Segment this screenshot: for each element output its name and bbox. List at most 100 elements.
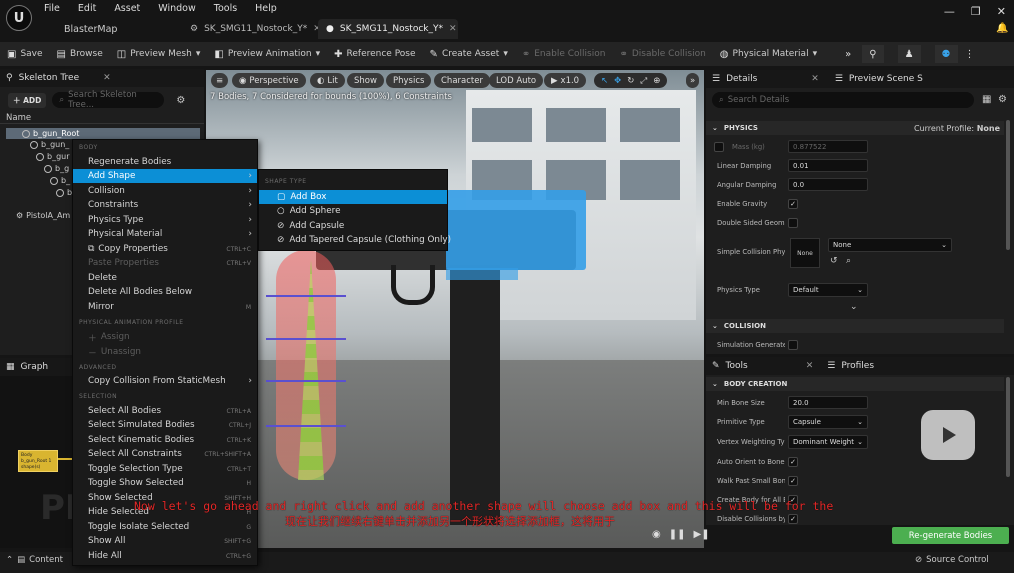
close-icon[interactable]: ✕ [103, 73, 111, 83]
tree-item-bone[interactable]: b_gur [36, 152, 70, 161]
details-scrollbar[interactable] [1006, 120, 1010, 250]
menu-item-toggle-selection-type[interactable]: Toggle Selection Type CTRL+T [73, 462, 257, 476]
create-asset-button[interactable]: ✎ Create Asset ▾ [423, 49, 515, 60]
menu-item-toggle-show-selected[interactable]: Toggle Show Selected H [73, 476, 257, 490]
maximize-icon[interactable]: ❐ [971, 5, 981, 18]
add-button[interactable]: ＋ ADD [8, 92, 47, 108]
min-bone-size-field[interactable]: 20.0 [788, 396, 868, 409]
reset-arrow-icon[interactable]: ↺ [830, 256, 838, 266]
physics-mode-icon[interactable]: ⚉ [934, 45, 958, 63]
tree-item-bone[interactable]: b_gun_ [30, 140, 69, 149]
menu-item-regenerate-bodies[interactable]: Regenerate Bodies [73, 155, 257, 169]
menu-help[interactable]: Help [255, 3, 277, 14]
settings-icon[interactable]: ⚙ [176, 95, 185, 106]
step-forward-icon[interactable]: ▶❚ [694, 529, 710, 540]
menu-item-constraints[interactable]: Constraints › [73, 198, 257, 212]
double-sided-checkbox[interactable] [788, 217, 798, 228]
browse-button[interactable]: ▤ Browse [50, 49, 110, 60]
close-icon[interactable]: ✕ [806, 361, 814, 371]
simulation-generates-checkbox[interactable] [788, 339, 798, 350]
perspective-button[interactable]: ◉ Perspective [232, 73, 306, 88]
menu-item-add-capsule[interactable]: ⊘ Add Capsule [259, 219, 447, 233]
primitive-type-dropdown[interactable]: Capsule ⌄ [788, 414, 868, 429]
menu-item-toggle-isolate-selected[interactable]: Toggle Isolate Selected G [73, 520, 257, 534]
collision-box-handle[interactable] [446, 268, 518, 280]
menu-item-add-tapered-capsule[interactable]: ⊘ Add Tapered Capsule (Clothing Only) [259, 233, 451, 247]
tab-preview-scene[interactable]: Preview Scene S [849, 74, 923, 84]
move-icon[interactable]: ✥ [614, 76, 621, 86]
physics-type-dropdown[interactable]: Default ⌄ [788, 282, 868, 297]
source-control-button[interactable]: ⊘ Source Control [915, 555, 989, 565]
menu-edit[interactable]: Edit [78, 3, 96, 14]
menu-item-add-shape[interactable]: Add Shape › [73, 169, 257, 183]
disable-collisions-checkbox[interactable]: ✓ [788, 513, 798, 524]
speed-button[interactable]: ▶ x1.0 [544, 73, 587, 88]
menu-item-show-all[interactable]: Show All SHIFT+G [73, 534, 257, 548]
enable-collision-button[interactable]: ⚭ Enable Collision [515, 49, 613, 60]
physics-button[interactable]: Physics [386, 73, 432, 88]
close-icon[interactable]: ✕ [449, 24, 457, 34]
menu-item-add-box[interactable]: ▢ Add Box [259, 190, 447, 204]
body-creation-section-header[interactable]: ⌄ BODY CREATION [706, 377, 1004, 391]
close-icon[interactable]: ✕ [811, 74, 819, 84]
world-icon[interactable]: ⊕ [653, 76, 660, 86]
transform-tools[interactable]: ↖ ✥ ↻ ⤢ ⊕ [594, 73, 668, 88]
reference-pose-button[interactable]: ✚ Reference Pose [327, 49, 422, 60]
viewport[interactable]: ≡ ◉ Perspective ◐ Lit Show Physics Charact… [206, 70, 704, 548]
simple-collision-thumbnail[interactable]: None [790, 238, 820, 268]
menu-item-select-all-constraints[interactable]: Select All Constraints CTRL+SHIFT+A [73, 447, 257, 461]
rotate-icon[interactable]: ↻ [627, 76, 634, 86]
menu-item-physics-type[interactable]: Physics Type › [73, 213, 257, 227]
menu-item-select-kinematic-bodies[interactable]: Select Kinematic Bodies CTRL+K [73, 433, 257, 447]
angular-damping-field[interactable]: 0.0 [788, 178, 868, 191]
menu-item-mirror[interactable]: Mirror M [73, 300, 257, 314]
show-button[interactable]: Show [347, 73, 384, 88]
tree-item-bone[interactable]: b_ [50, 176, 70, 185]
regenerate-bodies-button[interactable]: Re-generate Bodies [892, 527, 1009, 544]
simple-collision-dropdown[interactable]: None ⌄ [828, 238, 952, 252]
collision-box-body[interactable] [446, 190, 586, 270]
content-drawer-button[interactable]: ⌃ ▤ Content [6, 555, 63, 565]
menu-item-copy-properties[interactable]: ⧉ Copy Properties CTRL+C [73, 242, 257, 256]
viewport-more-icon[interactable]: » [686, 73, 700, 88]
skeleton-mode-icon[interactable]: ⚲ [862, 45, 884, 63]
table-view-icon[interactable]: ▦ [982, 94, 991, 105]
tools-scrollbar[interactable] [1006, 377, 1010, 477]
menu-tools[interactable]: Tools [214, 3, 237, 14]
disable-collision-button[interactable]: ⚭ Disable Collision [612, 49, 712, 60]
walk-past-checkbox[interactable]: ✓ [788, 475, 798, 486]
vertex-weighting-dropdown[interactable]: Dominant Weight ⌄ [788, 434, 868, 449]
character-button[interactable]: Character [434, 73, 490, 88]
details-search-input[interactable]: ⌕ Search Details [712, 92, 974, 108]
settings-icon[interactable]: ⚙ [998, 94, 1007, 105]
menu-item-assign[interactable]: ＋ Assign [73, 330, 257, 344]
unreal-logo-icon[interactable]: U [6, 5, 32, 31]
tab-asset-2[interactable]: ● SK_SMG11_Nostock_Y* ✕ [318, 19, 458, 39]
menu-window[interactable]: Window [158, 3, 195, 14]
tab-asset-1[interactable]: ⚙ SK_SMG11_Nostock_Y* ✕ [182, 19, 329, 39]
menu-item-delete[interactable]: Delete [73, 271, 257, 285]
menu-item-collision[interactable]: Collision › [73, 184, 257, 198]
search-input[interactable]: ⌕ Search Skeleton Tree... [52, 90, 165, 110]
menu-item-hide-all[interactable]: Hide All CTRL+G [73, 549, 257, 563]
menu-item-select-simulated-bodies[interactable]: Select Simulated Bodies CTRL+J [73, 418, 257, 432]
select-icon[interactable]: ↖ [601, 76, 608, 86]
mass-field[interactable]: 0.877522 [788, 140, 868, 153]
mesh-mode-icon[interactable]: ♟ [897, 45, 921, 63]
pause-icon[interactable]: ❚❚ [669, 529, 686, 540]
menu-item-copy-collision[interactable]: Copy Collision From StaticMesh › [73, 374, 257, 388]
close-icon[interactable]: ✕ [997, 5, 1006, 18]
preview-animation-button[interactable]: ◧ Preview Animation ▾ [207, 49, 327, 60]
graph-node-body[interactable]: Body b_gun_Root 1 shape(s) [18, 450, 58, 472]
record-icon[interactable]: ◉ [652, 529, 661, 540]
tree-item-mesh[interactable]: ⚙ PistolA_Am [16, 211, 70, 220]
menu-asset[interactable]: Asset [114, 3, 140, 14]
auto-orient-checkbox[interactable]: ✓ [788, 456, 798, 467]
video-play-overlay[interactable] [921, 410, 975, 460]
menu-item-delete-all-bodies-below[interactable]: Delete All Bodies Below [73, 285, 257, 299]
menu-item-physical-material[interactable]: Physical Material › [73, 227, 257, 241]
collision-section-header[interactable]: ⌄ COLLISION [706, 319, 1004, 333]
notification-icon[interactable]: 🔔 [996, 23, 1008, 34]
lit-button[interactable]: ◐ Lit [310, 73, 345, 88]
preview-mesh-button[interactable]: ◫ Preview Mesh ▾ [110, 49, 208, 60]
